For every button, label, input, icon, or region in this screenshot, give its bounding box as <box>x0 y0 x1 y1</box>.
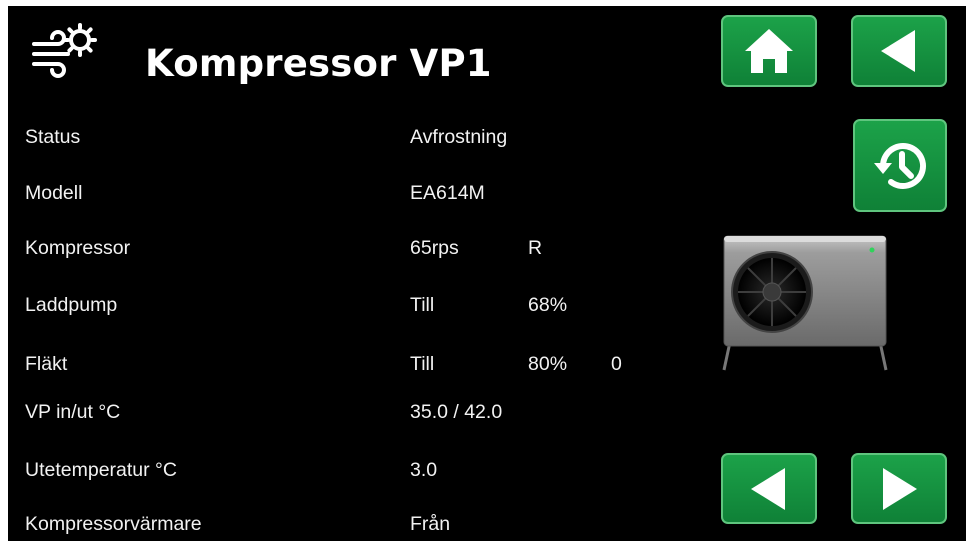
home-icon <box>745 29 793 73</box>
row-label: Fläkt <box>25 353 68 375</box>
row-vp-in-ut: VP in/ut °C 35.0 / 42.0 <box>8 401 628 431</box>
row-label: Laddpump <box>25 294 118 316</box>
history-button[interactable] <box>853 119 947 212</box>
row-value: 35.0 / 42.0 <box>410 401 503 423</box>
row-value: Till <box>410 353 435 375</box>
row-value-2: 80% <box>528 353 568 375</box>
row-value: 65rps <box>410 237 459 259</box>
row-kompressorvarmare: Kompressorvärmare Från <box>8 513 628 541</box>
screen: Kompressor VP1 Status Avfrostning Modell… <box>8 6 966 541</box>
row-label: Status <box>25 126 81 148</box>
row-value-2: 68% <box>528 294 568 316</box>
row-value-2: R <box>528 237 543 259</box>
page-title: Kompressor VP1 <box>145 42 492 85</box>
back-arrow-icon <box>881 30 915 72</box>
row-label: Kompressorvärmare <box>25 513 202 535</box>
row-modell: Modell EA614M <box>8 182 628 212</box>
row-value-3: 0 <box>611 353 622 375</box>
row-utetemperatur: Utetemperatur °C 3.0 <box>8 459 628 489</box>
row-label: Kompressor <box>25 237 131 259</box>
row-label: Utetemperatur °C <box>25 459 177 481</box>
row-flakt: Fläkt Till 80% 0 <box>8 353 628 383</box>
row-value: Till <box>410 294 435 316</box>
previous-button[interactable] <box>721 453 817 524</box>
row-value: Avfrostning <box>410 126 508 148</box>
row-kompressor: Kompressor 65rps R <box>8 237 628 267</box>
row-value: EA614M <box>410 182 485 204</box>
next-button[interactable] <box>851 453 947 524</box>
next-arrow-icon <box>883 467 917 510</box>
row-value: Från <box>410 513 451 535</box>
heat-pump-unit-image <box>720 232 890 374</box>
row-value: 3.0 <box>410 459 438 481</box>
home-button[interactable] <box>721 15 817 87</box>
row-label: Modell <box>25 182 83 204</box>
row-laddpump: Laddpump Till 68% <box>8 294 628 324</box>
row-status: Status Avfrostning <box>8 126 628 156</box>
heat-pump-fan-gear-icon <box>28 22 98 86</box>
previous-arrow-icon <box>751 467 785 510</box>
row-label: VP in/ut °C <box>25 401 121 423</box>
back-button[interactable] <box>851 15 947 87</box>
history-clock-icon <box>874 142 926 189</box>
